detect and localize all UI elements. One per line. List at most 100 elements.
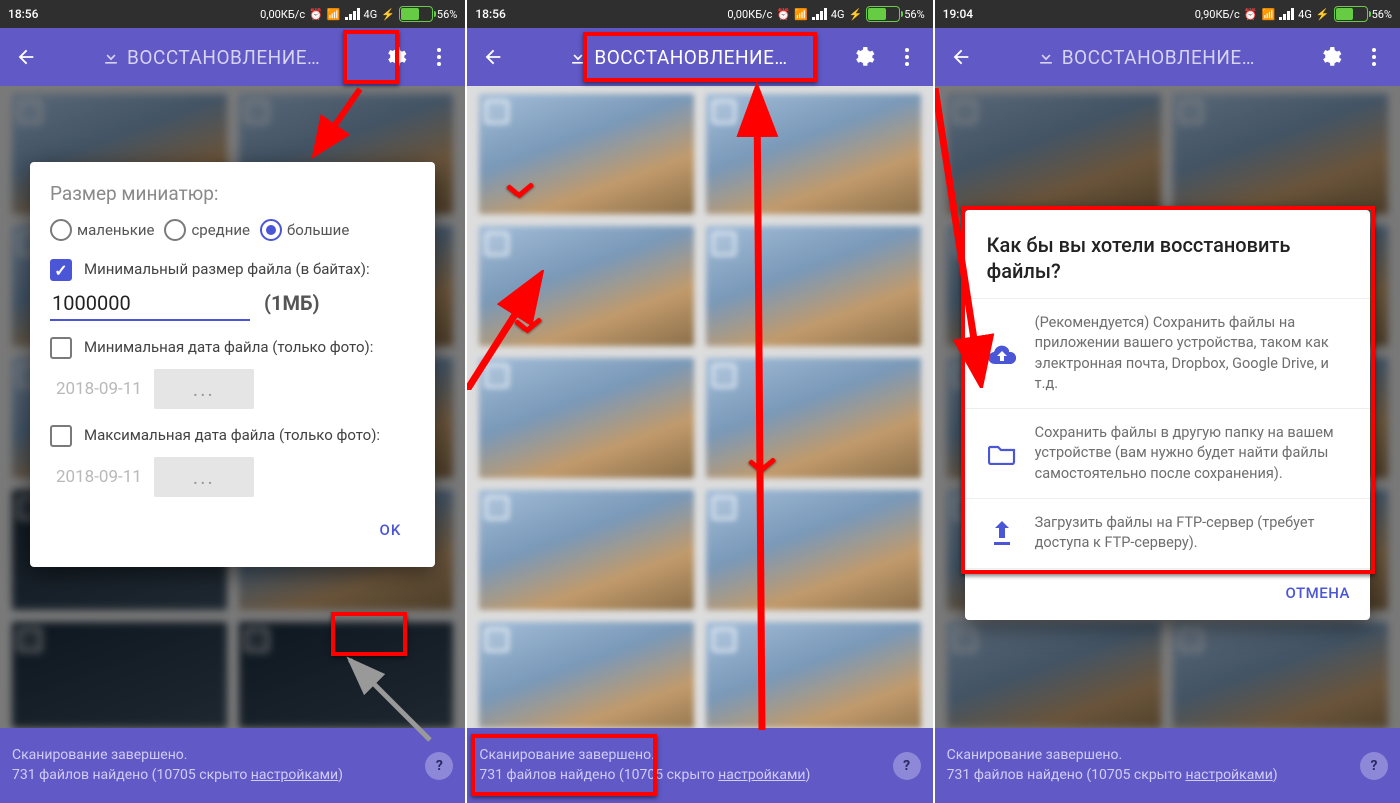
status-bar: 18:56 0,00КБ/с ⏰ 📶 4G ⚡ 56%: [467, 0, 932, 28]
help-button[interactable]: ?: [1360, 752, 1388, 780]
radio-medium[interactable]: средние: [164, 219, 250, 241]
signal-icon: [812, 8, 827, 20]
help-button[interactable]: ?: [425, 752, 453, 780]
battery-icon: [399, 6, 433, 22]
grid-item[interactable]: [706, 490, 921, 610]
charge-icon: ⚡: [381, 8, 395, 21]
download-icon: [101, 47, 121, 67]
back-button[interactable]: [471, 35, 515, 79]
overflow-button[interactable]: [1352, 35, 1396, 79]
footer-text: Сканирование завершено. 731 файлов найде…: [12, 746, 343, 785]
settings-link[interactable]: настройками: [1185, 767, 1272, 783]
app-title[interactable]: ВОССТАНОВЛЕНИЕ…: [48, 46, 373, 69]
status-footer: Сканирование завершено. 731 файлов найде…: [0, 728, 465, 803]
min-date-picker-button[interactable]: ...: [154, 369, 254, 409]
battery-icon: [1334, 6, 1368, 22]
footer-text: Сканирование завершено. 731 файлов найде…: [947, 746, 1278, 785]
alarm-icon: ⏰: [1244, 8, 1258, 21]
status-bar: 18:56 0,00КБ/с ⏰ 📶 4G ⚡ 56%: [0, 0, 465, 28]
radio-large[interactable]: большие: [260, 219, 349, 241]
grid-item[interactable]: [706, 622, 921, 728]
restore-option-cloud[interactable]: (Рекомендуется) Сохранить файлы на прило…: [965, 298, 1370, 408]
more-vert-icon: [1362, 45, 1386, 69]
ok-button[interactable]: OK: [366, 513, 416, 547]
restore-option-folder[interactable]: Сохранить файлы в другую папку на вашем …: [965, 408, 1370, 498]
status-4g: 4G: [364, 8, 378, 21]
status-footer: Сканирование завершено. 731 файлов найде…: [935, 728, 1400, 803]
grid-item[interactable]: [479, 490, 694, 610]
status-time: 19:04: [943, 7, 973, 21]
app-title[interactable]: ВОССТАНОВЛЕНИЕ…: [983, 46, 1308, 69]
restore-dialog: Как бы вы хотели восстановить файлы? (Ре…: [965, 210, 1370, 620]
wifi-icon: 📶: [327, 8, 341, 21]
thumbnail-size-radios: маленькие средние большие: [50, 219, 415, 241]
grid-item[interactable]: [479, 358, 694, 478]
checkbox-min-date[interactable]: [50, 337, 72, 359]
dialog-title: Как бы вы хотели восстановить файлы?: [965, 210, 1370, 298]
more-vert-icon: [895, 45, 919, 69]
status-right: 0,00КБ/с ⏰ 📶 4G ⚡ 56%: [727, 6, 924, 22]
min-size-input[interactable]: [50, 287, 250, 321]
settings-link[interactable]: настройками: [251, 767, 338, 783]
wifi-icon: 📶: [1261, 8, 1275, 21]
charge-icon: ⚡: [1316, 8, 1330, 21]
folder-icon: [985, 443, 1019, 465]
max-date-picker-button[interactable]: ...: [154, 457, 254, 497]
back-button[interactable]: [4, 35, 48, 79]
alarm-icon: ⏰: [776, 8, 790, 21]
status-4g: 4G: [1298, 8, 1312, 21]
settings-button[interactable]: [1308, 35, 1352, 79]
battery-icon: [866, 6, 900, 22]
upload-icon: [985, 520, 1019, 546]
gear-icon: [851, 45, 875, 69]
status-footer: Сканирование завершено. 731 файлов найде…: [467, 728, 932, 803]
status-bar: 19:04 0,90КБ/с ⏰ 📶 4G ⚡ 56%: [935, 0, 1400, 28]
settings-button[interactable]: [841, 35, 885, 79]
back-button[interactable]: [939, 35, 983, 79]
status-4g: 4G: [831, 8, 845, 21]
screenshot-2: 18:56 0,00КБ/с ⏰ 📶 4G ⚡ 56% ВОССТАНОВЛЕН…: [465, 0, 932, 803]
radio-small[interactable]: маленькие: [50, 219, 154, 241]
checkbox-max-date[interactable]: [50, 425, 72, 447]
download-icon: [1036, 47, 1056, 67]
download-icon: [568, 47, 588, 67]
more-vert-icon: [427, 45, 451, 69]
status-right: 0,00КБ/с ⏰ 📶 4G ⚡ 56%: [260, 6, 457, 22]
arrow-left-icon: [950, 46, 972, 68]
status-time: 18:56: [8, 7, 38, 21]
overflow-button[interactable]: [885, 35, 929, 79]
alarm-icon: ⏰: [309, 8, 323, 21]
grid-item[interactable]: [706, 226, 921, 346]
cancel-button[interactable]: ОТМЕНА: [1286, 584, 1350, 602]
min-date-value: 2018-09-11: [56, 379, 142, 399]
thumbnail-grid: [467, 86, 932, 728]
min-date-label: Минимальная дата файла (только фото):: [84, 337, 373, 357]
grid-item[interactable]: [479, 94, 694, 214]
wifi-icon: 📶: [794, 8, 808, 21]
charge-icon: ⚡: [849, 8, 863, 21]
settings-button[interactable]: [373, 35, 417, 79]
settings-dialog: Размер миниатюр: маленькие средние больш…: [30, 162, 435, 567]
grid-item[interactable]: [479, 622, 694, 728]
checkbox-min-size[interactable]: [50, 259, 72, 281]
overflow-button[interactable]: [417, 35, 461, 79]
settings-link[interactable]: настройками: [718, 767, 805, 783]
grid-item[interactable]: [706, 358, 921, 478]
grid-item[interactable]: [479, 226, 694, 346]
restore-option-ftp[interactable]: Загрузить файлы на FTP-сервер (требует д…: [965, 498, 1370, 568]
gear-icon: [1318, 45, 1342, 69]
annotation-1mb: (1МБ): [264, 291, 320, 315]
footer-text: Сканирование завершено. 731 файлов найде…: [479, 746, 810, 785]
cloud-upload-icon: [985, 342, 1019, 366]
help-button[interactable]: ?: [893, 752, 921, 780]
gear-icon: [383, 45, 407, 69]
max-date-value: 2018-09-11: [56, 467, 142, 487]
grid-item[interactable]: [706, 94, 921, 214]
app-title[interactable]: ВОССТАНОВЛЕНИЕ…: [515, 46, 840, 69]
app-bar: ВОССТАНОВЛЕНИЕ…: [0, 28, 465, 86]
app-bar: ВОССТАНОВЛЕНИЕ…: [935, 28, 1400, 86]
battery-pct: 56%: [1372, 8, 1392, 21]
status-net: 0,00КБ/с: [727, 8, 772, 21]
battery-pct: 56%: [904, 8, 924, 21]
signal-icon: [345, 8, 360, 20]
